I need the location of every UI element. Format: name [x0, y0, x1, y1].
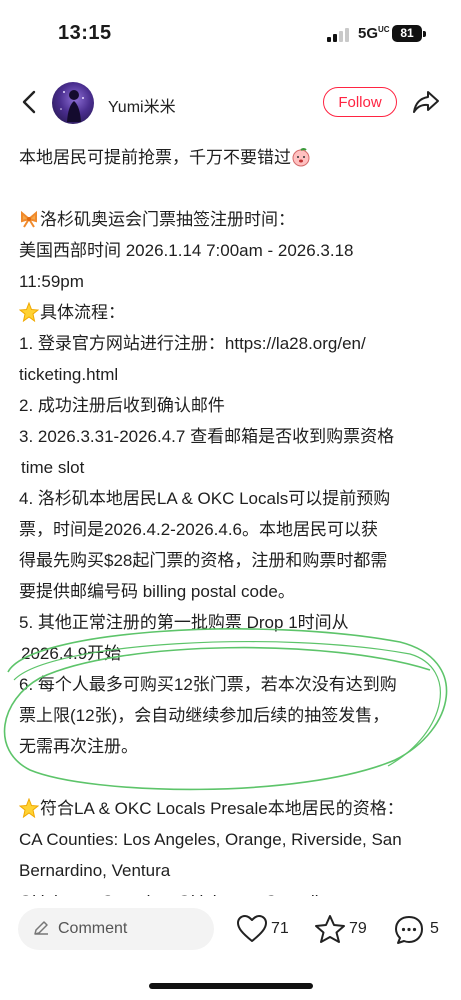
like-button[interactable]: 71 — [236, 914, 292, 946]
avatar[interactable] — [52, 82, 94, 124]
step-1-line-2: ticketing.html — [19, 365, 119, 384]
eligibility-ca-line-2: Bernardino, Ventura — [19, 861, 171, 880]
network-type: 5GUC — [358, 25, 390, 42]
post-header: Yumi米米 Follow — [0, 72, 461, 134]
ribbon-emoji — [21, 210, 37, 228]
step-4-line-2: 票，时间是2026.4.2-2026.4.6。本地居民可以获 — [19, 520, 379, 539]
bottom-action-bar: Comment 71 79 5 — [0, 896, 461, 1000]
chevron-left-icon — [22, 90, 36, 114]
step-1-line-1: 1. 登录官方网站进行注册：https://la28.org/en/ — [19, 334, 366, 353]
status-time: 13:15 — [58, 22, 112, 44]
process-title: 具体流程： — [19, 297, 449, 328]
registration-title: 洛杉矶奥运会门票抽签注册时间： — [19, 204, 449, 235]
step-6-line-2: 票上限(12张)，会自动继续参加后续的抽签发售， — [19, 706, 390, 725]
speech-bubble-icon — [395, 916, 423, 944]
comment-count: 5 — [430, 920, 439, 937]
step-3-line-1: 3. 2026.3.31-2026.4.7 查看邮箱是否收到购票资格 — [19, 427, 395, 446]
step-5-line-1: 5. 其他正常注册的第一批购票 Drop 1时间从 — [19, 613, 349, 632]
home-indicator — [149, 983, 313, 989]
comment-input[interactable]: Comment — [18, 908, 214, 950]
glowing-star-emoji — [19, 302, 39, 322]
step-6-line-1: 6. 每个人最多可购买12张门票，若本次没有达到购 — [19, 675, 397, 694]
peach-face-emoji — [292, 148, 310, 167]
registration-time-line-1: 美国西部时间 2026.1.14 7:00am - 2026.3.18 — [19, 241, 354, 260]
collect-button[interactable]: 79 — [314, 914, 372, 946]
battery-icon: 81 — [392, 25, 422, 42]
step-4-line-1: 4. 洛杉矶本地居民LA & OKC Locals可以提前预购 — [19, 489, 391, 508]
cellular-signal-icon — [327, 28, 351, 42]
battery-tip — [423, 31, 426, 37]
like-count: 71 — [271, 920, 289, 937]
share-arrow-icon — [413, 91, 439, 113]
star-icon — [315, 915, 345, 943]
share-button[interactable] — [411, 88, 441, 116]
glowing-star-emoji — [19, 798, 39, 818]
star-count: 79 — [349, 920, 367, 937]
follow-button[interactable]: Follow — [323, 87, 397, 117]
comment-button[interactable]: 5 — [393, 914, 443, 946]
step-5-line-2: 2026.4.9开始 — [21, 644, 122, 663]
step-4-line-3: 得最先购买$28起门票的资格，注册和购票时都需 — [19, 551, 388, 570]
pencil-icon — [34, 921, 48, 935]
author-name[interactable]: Yumi米米 — [108, 93, 176, 117]
intro-line: 本地居民可提前抢票，千万不要错过 — [19, 142, 449, 173]
comment-placeholder: Comment — [58, 920, 128, 937]
status-bar: 13:15 5GUC 81 — [0, 0, 461, 70]
step-6-line-3: 无需再次注册。 — [19, 737, 138, 756]
step-2: 2. 成功注册后收到确认邮件 — [19, 396, 225, 415]
registration-time-line-2: 11:59pm — [19, 272, 84, 291]
avatar-figure — [60, 90, 84, 122]
back-button[interactable] — [16, 88, 44, 116]
eligibility-ca-line-1: CA Counties: Los Angeles, Orange, Rivers… — [19, 830, 402, 849]
step-4-line-4: 要提供邮编号码 billing postal code。 — [19, 582, 295, 601]
post-content: 本地居民可提前抢票，千万不要错过 洛杉矶奥运会门票抽签注册时间： 美国西部时间 … — [19, 142, 449, 917]
heart-icon — [237, 915, 267, 942]
step-3-line-2: time slot — [21, 458, 85, 477]
eligibility-title: 符合LA & OKC Locals Presale本地居民的资格： — [19, 793, 449, 824]
